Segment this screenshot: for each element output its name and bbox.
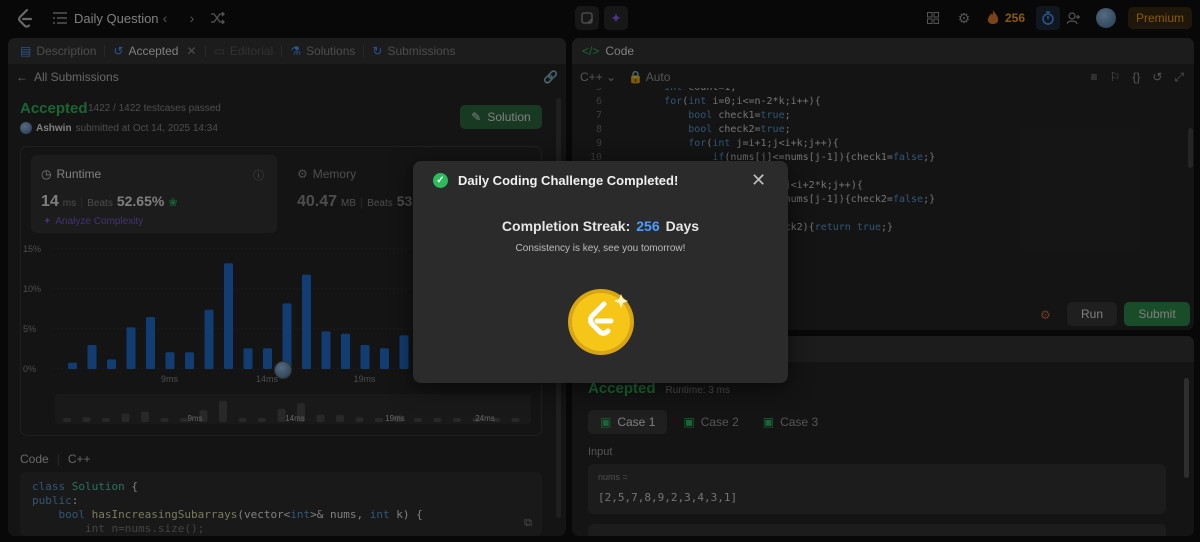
close-modal-icon[interactable]: ✕ bbox=[751, 170, 766, 191]
leetcode-coin-icon bbox=[566, 286, 636, 356]
daily-challenge-modal: ✓ Daily Coding Challenge Completed! ✕ Co… bbox=[413, 161, 788, 383]
completion-streak: Completion Streak: 256 Days bbox=[501, 218, 700, 234]
success-check-icon: ✓ bbox=[433, 173, 448, 188]
consistency-message: Consistency is key, see you tomorrow! bbox=[515, 243, 686, 254]
modal-header: ✓ Daily Coding Challenge Completed! bbox=[433, 173, 678, 188]
